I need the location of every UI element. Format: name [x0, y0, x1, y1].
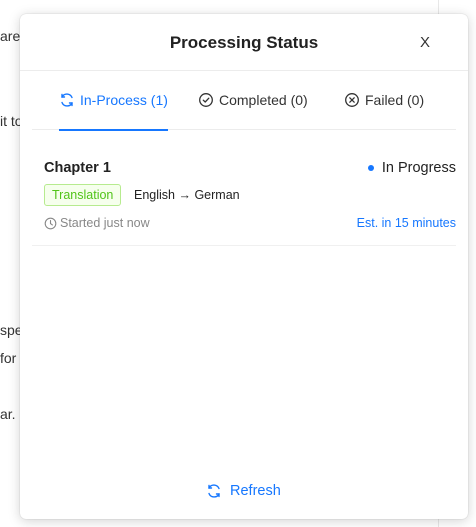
status-text: In Progress	[381, 160, 456, 176]
check-circle-icon	[198, 92, 214, 108]
tab-label: Completed (0)	[219, 92, 308, 108]
clock-icon	[44, 217, 57, 230]
tab-in-process[interactable]: In-Process (1)	[59, 92, 168, 131]
language-pair: English → German	[134, 188, 240, 202]
processing-status-modal: Processing Status X In-Process (1) Compl…	[20, 14, 468, 519]
status-indicator: In Progress	[367, 160, 456, 176]
refresh-label: Refresh	[230, 483, 281, 499]
sync-icon	[59, 92, 75, 108]
started-time: Started just now	[44, 216, 150, 230]
started-text: Started just now	[60, 216, 150, 230]
refresh-button[interactable]: Refresh	[206, 483, 281, 499]
tab-label: In-Process (1)	[80, 92, 168, 108]
tab-failed[interactable]: Failed (0)	[344, 92, 424, 130]
refresh-icon	[206, 483, 222, 499]
modal-header: Processing Status X	[20, 14, 468, 71]
status-tabs: In-Process (1) Completed (0) Failed (0)	[32, 92, 456, 131]
modal-title: Processing Status	[169, 33, 319, 52]
task-list-item: Chapter 1 In Progress Translation Englis…	[32, 154, 456, 246]
estimated-time: Est. in 15 minutes	[356, 216, 456, 230]
close-circle-icon	[344, 92, 360, 108]
close-button[interactable]: X	[420, 34, 430, 51]
chapter-name: Chapter 1	[44, 160, 111, 176]
tab-completed[interactable]: Completed (0)	[198, 92, 308, 130]
task-type-badge: Translation	[44, 184, 122, 206]
tab-label: Failed (0)	[365, 92, 425, 108]
status-dot	[367, 165, 374, 171]
